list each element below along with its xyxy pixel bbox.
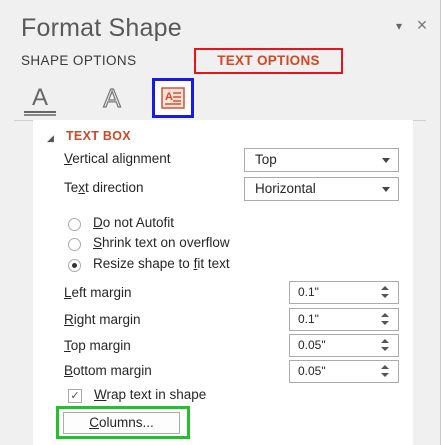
close-icon[interactable]: × <box>413 15 431 35</box>
vertical-alignment-value: Top <box>255 152 277 167</box>
radio-resize-shape-label[interactable]: Resize shape to fit text <box>93 256 230 271</box>
right-margin-accesskey: R <box>64 312 74 327</box>
do-not-autofit-rest: o not Autofit <box>102 215 175 230</box>
columns-accesskey: C <box>89 415 99 430</box>
radio-do-not-autofit[interactable] <box>68 218 81 231</box>
vertical-alignment-label-rest: ertical alignment <box>72 151 171 166</box>
top-margin-label: Top margin <box>64 338 131 353</box>
right-margin-rest: ight margin <box>73 312 141 327</box>
left-margin-value: 0.1" <box>298 285 319 299</box>
radio-shrink-text-label[interactable]: Shrink text on overflow <box>93 235 230 250</box>
spin-up-icon[interactable] <box>381 313 389 317</box>
columns-rest: olumns... <box>98 415 154 430</box>
spin-down-icon[interactable] <box>381 294 389 298</box>
text-direction-label: Text direction <box>64 180 144 195</box>
fill-underline-bar <box>24 111 56 113</box>
wrap-text-rest: rap text in shape <box>106 387 207 402</box>
chevron-down-icon <box>382 158 390 163</box>
pane-title: Format Shape <box>21 14 182 42</box>
resize-shape-rest: it text <box>197 256 230 271</box>
top-margin-value: 0.05" <box>298 338 326 352</box>
spin-up-icon[interactable] <box>381 365 389 369</box>
text-effects-button[interactable]: A <box>94 80 130 116</box>
left-margin-spinner[interactable]: 0.1" <box>289 281 399 304</box>
shrink-text-accesskey: S <box>93 235 103 250</box>
text-effects-icon: A <box>103 83 122 113</box>
wrap-text-label[interactable]: Wrap text in shape <box>94 387 206 402</box>
left-margin-accesskey: L <box>64 285 72 300</box>
wrap-text-checkbox[interactable]: ✓ <box>68 389 82 403</box>
spin-down-icon[interactable] <box>381 321 389 325</box>
bottom-margin-accesskey: B <box>64 363 74 378</box>
right-margin-spinner[interactable]: 0.1" <box>289 308 399 331</box>
wrap-text-accesskey: W <box>94 387 107 402</box>
spin-up-icon[interactable] <box>381 286 389 290</box>
tab-text-options[interactable]: TEXT OPTIONS <box>194 48 343 74</box>
pane-options-dropdown-icon[interactable]: ▾ <box>391 18 407 34</box>
left-margin-label: Left margin <box>64 285 132 300</box>
bottom-margin-value: 0.05" <box>298 364 326 378</box>
do-not-autofit-accesskey: D <box>93 215 103 230</box>
right-margin-value: 0.1" <box>298 312 319 326</box>
outline-underline-bar <box>24 114 56 116</box>
left-margin-rest: eft margin <box>71 285 132 300</box>
format-shape-pane: Format Shape ▾ × SHAPE OPTIONS TEXT OPTI… <box>0 0 441 445</box>
svg-text:A: A <box>165 91 173 103</box>
text-direction-label-rest: t direction <box>85 180 144 195</box>
chevron-down-icon <box>382 187 390 192</box>
text-direction-dropdown[interactable]: Horizontal <box>244 177 399 201</box>
top-margin-accesskey: T <box>64 338 71 353</box>
text-direction-value: Horizontal <box>255 181 316 196</box>
top-margin-spinner[interactable]: 0.05" <box>289 334 399 357</box>
vertical-alignment-label: Vertical alignment <box>64 151 171 166</box>
top-margin-rest: op margin <box>70 338 131 353</box>
radio-do-not-autofit-label[interactable]: Do not Autofit <box>93 215 174 230</box>
radio-resize-shape-to-fit-text[interactable] <box>68 259 81 272</box>
textbox-icon: A <box>161 87 185 109</box>
spin-down-icon[interactable] <box>381 347 389 351</box>
collapse-caret-icon[interactable]: ◢ <box>47 133 54 144</box>
spin-up-icon[interactable] <box>381 339 389 343</box>
bottom-margin-rest: ottom margin <box>73 363 152 378</box>
text-fill-outline-button[interactable]: A <box>22 80 58 116</box>
section-title-text-box[interactable]: TEXT BOX <box>66 129 131 143</box>
text-fill-outline-icon: A <box>31 84 48 111</box>
bottom-margin-spinner[interactable]: 0.05" <box>289 360 399 383</box>
shrink-text-rest: hrink text on overflow <box>102 235 230 250</box>
text-direction-label-accesskey: x <box>78 180 86 195</box>
right-margin-label: Right margin <box>64 312 141 327</box>
resize-shape-pre: Resize shape to <box>93 256 194 271</box>
radio-shrink-text-on-overflow[interactable] <box>68 238 81 251</box>
bottom-margin-label: Bottom margin <box>64 363 152 378</box>
text-direction-label-pre: Te <box>64 180 79 195</box>
columns-button[interactable]: Columns... <box>63 412 180 434</box>
tab-shape-options[interactable]: SHAPE OPTIONS <box>21 53 136 68</box>
textbox-button[interactable]: A <box>152 78 194 118</box>
spin-down-icon[interactable] <box>381 373 389 377</box>
vertical-alignment-dropdown[interactable]: Top <box>244 148 399 172</box>
